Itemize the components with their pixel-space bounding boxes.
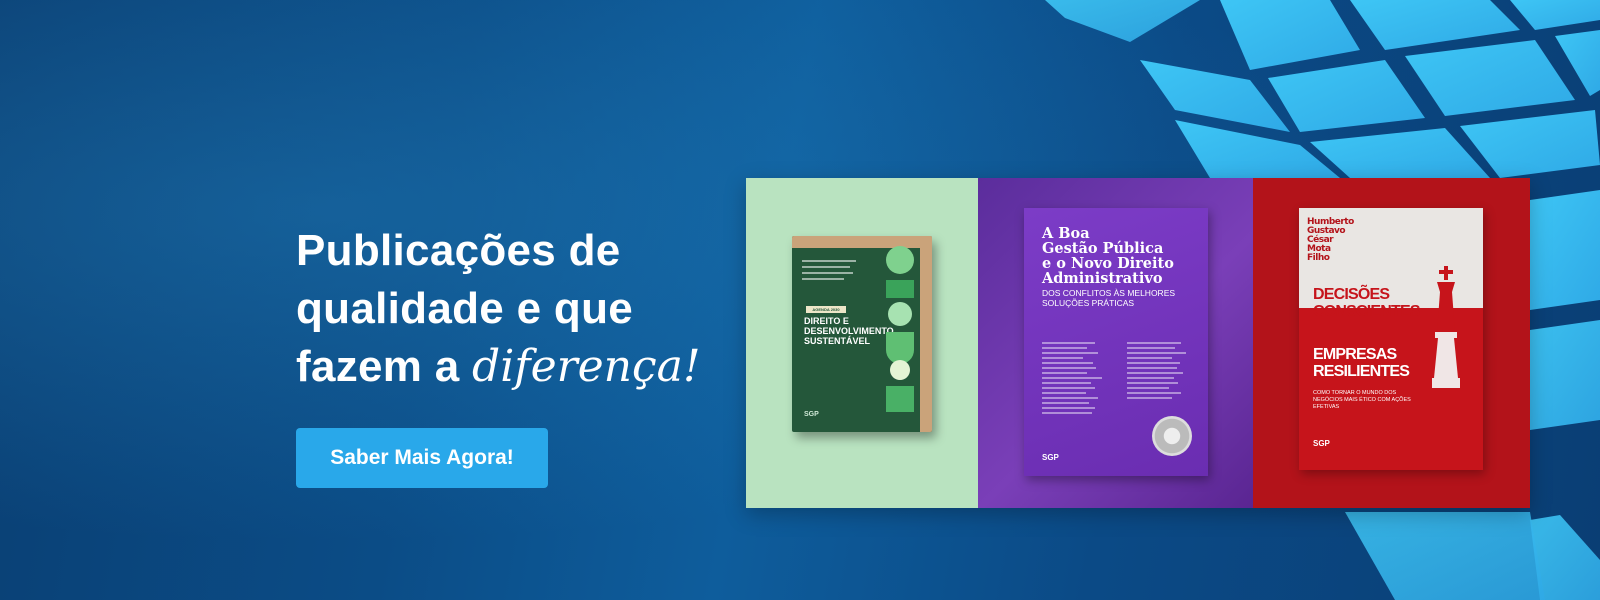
purple-book-subtitle: DOS CONFLITOS ÀS MELHORES SOLUÇÕES PRÁTI…	[1042, 288, 1176, 308]
red-title-line-4: RESILIENTES	[1313, 363, 1410, 380]
headline-line-1: Publicações de	[296, 226, 621, 275]
green-title-line-2: DESENVOLVIMENTO	[804, 326, 894, 336]
purple-title-line-4: Administrativo	[1042, 270, 1163, 287]
agenda-tag-label: AGENDA 2030	[812, 307, 840, 312]
headline-line-3-prefix: fazem a	[296, 342, 473, 391]
geometric-pattern-icon	[886, 246, 914, 412]
purple-title-line-1: A Boa	[1042, 225, 1090, 242]
headline: Publicações de qualidade e que fazem a d…	[296, 222, 736, 396]
sgp-logo: SGP	[1313, 439, 1330, 448]
red-title-line-1: DECISÕES	[1313, 286, 1390, 303]
contributor-column-left	[1042, 342, 1117, 417]
red-book-subtitle: COMO TORNAR O MUNDO DOS NEGÓCIOS MAIS ÉT…	[1313, 390, 1411, 410]
green-title-line-3: SUSTENTÁVEL	[804, 336, 871, 346]
red-title-line-3: EMPRESAS	[1313, 346, 1397, 363]
author-line-5: Filho	[1307, 253, 1330, 263]
contributor-list	[1042, 342, 1202, 417]
red-book-title-part-2: EMPRESAS RESILIENTES	[1313, 346, 1433, 380]
red-book-authors: Humberto Gustavo César Mota Filho	[1307, 218, 1354, 263]
red-title-line-2: CONSCIENTES	[1313, 303, 1421, 320]
book-showcase: AGENDA 2030 DIREITO E DESENVOLVIMENTO SU…	[746, 178, 1530, 508]
sgp-logo: SGP	[1042, 453, 1059, 462]
headline-line-2: qualidade e que	[296, 284, 634, 333]
purple-book-title: A Boa Gestão Pública e o Novo Direito Ad…	[1042, 226, 1202, 286]
red-book-title-part-1: DECISÕES CONSCIENTES	[1313, 286, 1433, 320]
author-lines	[802, 260, 862, 284]
sgp-logo: SGP	[804, 411, 819, 418]
contributor-column-right	[1127, 342, 1202, 417]
book-panel-green[interactable]: AGENDA 2030 DIREITO E DESENVOLVIMENTO SU…	[746, 178, 978, 508]
purple-title-line-3: e o Novo Direito	[1042, 255, 1174, 272]
cover-edge-right	[920, 236, 932, 432]
book-cover-boa-gestao-publica: A Boa Gestão Pública e o Novo Direito Ad…	[1024, 208, 1208, 476]
green-book-title: DIREITO E DESENVOLVIMENTO SUSTENTÁVEL	[804, 316, 894, 346]
seal-badge-icon	[1152, 416, 1192, 456]
agenda-tag: AGENDA 2030	[806, 306, 846, 313]
book-panel-purple[interactable]: A Boa Gestão Pública e o Novo Direito Ad…	[978, 178, 1253, 508]
chess-king-icon	[1432, 266, 1460, 388]
green-title-line-1: DIREITO E	[804, 316, 849, 326]
saber-mais-button[interactable]: Saber Mais Agora!	[296, 428, 548, 488]
book-panel-red[interactable]: Humberto Gustavo César Mota Filho DECISÕ…	[1253, 178, 1530, 508]
purple-title-line-2: Gestão Pública	[1042, 240, 1164, 257]
book-cover-direito-desenvolvimento: AGENDA 2030 DIREITO E DESENVOLVIMENTO SU…	[792, 236, 932, 432]
promo-banner: Publicações de qualidade e que fazem a d…	[0, 0, 1600, 600]
book-cover-decisoes-conscientes: Humberto Gustavo César Mota Filho DECISÕ…	[1299, 208, 1483, 470]
headline-emphasis: diferença!	[472, 341, 701, 392]
